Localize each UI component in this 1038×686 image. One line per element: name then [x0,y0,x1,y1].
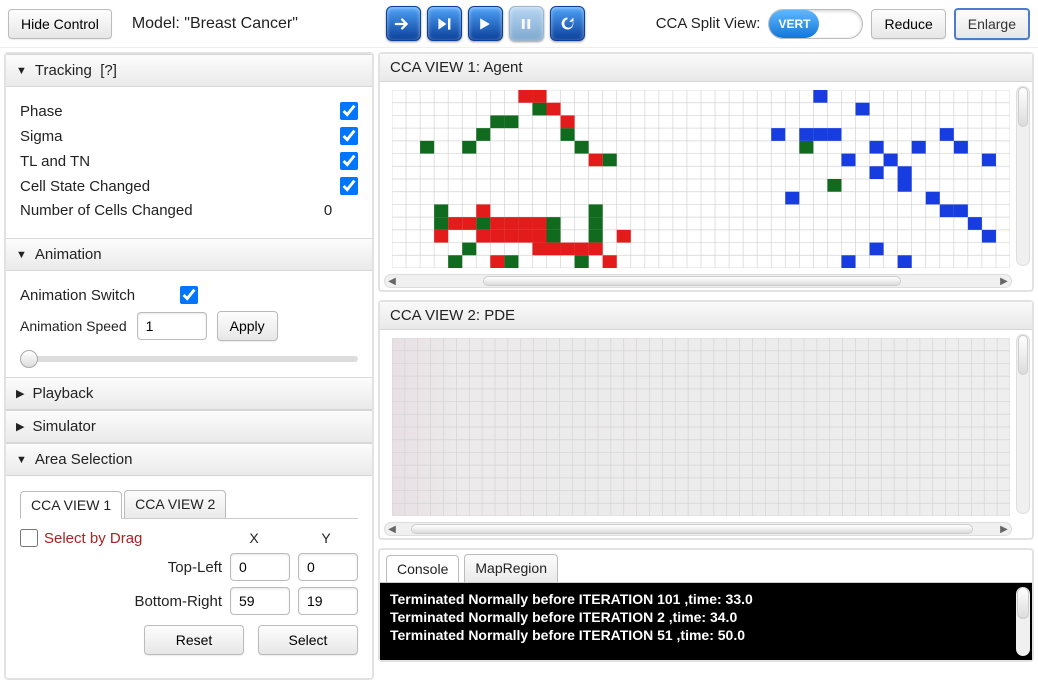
vertical-scrollbar[interactable] [1016,587,1030,656]
tracking-label: Sigma [20,128,340,145]
animation-speed-input[interactable] [137,312,207,340]
split-view-toggle[interactable]: VERT [768,9,863,39]
horizontal-scrollbar[interactable]: ◀▶ [384,522,1012,536]
select-button[interactable]: Select [258,625,358,655]
tab-mapregion[interactable]: MapRegion [464,554,558,582]
col-x-label: X [222,530,286,546]
tl-tn-checkbox[interactable] [340,152,358,170]
playback-section-header[interactable]: ▶ Playback [6,377,372,410]
top-left-label: Top-Left [168,559,222,576]
cca-view-1-pane: CCA VIEW 1: Agent ◀▶ [378,52,1034,292]
vertical-scrollbar[interactable] [1016,86,1030,266]
phase-checkbox[interactable] [340,102,358,120]
chevron-right-icon: ▶ [16,387,24,400]
animation-section-header[interactable]: ▼ Animation [6,238,372,271]
num-cells-value: 0 [298,202,358,219]
hide-control-button[interactable]: Hide Control [8,9,112,39]
apply-button[interactable]: Apply [217,311,278,341]
top-left-x-input[interactable] [230,553,290,581]
pause-icon[interactable] [509,6,544,41]
animation-switch-checkbox[interactable] [180,286,198,304]
top-toolbar: Hide Control Model: "Breast Cancer" CCA … [0,0,1038,48]
step-forward-icon[interactable] [386,6,421,41]
chevron-right-icon: ▶ [16,420,24,433]
bottom-right-label: Bottom-Right [134,593,222,610]
col-y-label: Y [294,530,358,546]
select-by-drag-checkbox[interactable] [20,529,38,547]
chevron-down-icon: ▼ [16,454,27,466]
cca-view-1-title: CCA VIEW 1: Agent [380,54,1032,82]
reset-button[interactable]: Reset [144,625,244,655]
cca-view-2-title: CCA VIEW 2: PDE [380,302,1032,330]
bottom-panel: Console MapRegion Terminated Normally be… [378,548,1034,662]
model-label: Model: "Breast Cancer" [132,15,298,33]
control-sidebar: ▼ Tracking [?] Phase Sigma TL and TN Cel… [4,52,374,680]
tracking-section-header[interactable]: ▼ Tracking [?] [6,54,372,87]
tab-cca-view-2[interactable]: CCA VIEW 2 [124,490,226,518]
horizontal-scrollbar[interactable]: ◀▶ [384,274,1012,288]
top-left-y-input[interactable] [298,553,358,581]
tracking-label: TL and TN [20,153,340,170]
select-by-drag-label: Select by Drag [44,530,142,547]
cca-view-2-pane: CCA VIEW 2: PDE ◀▶ [378,300,1034,540]
area-selection-section-header[interactable]: ▼ Area Selection [6,443,372,476]
split-view-label: CCA Split View: [656,15,761,32]
cell-state-checkbox[interactable] [340,177,358,195]
skip-next-icon[interactable] [427,6,462,41]
animation-speed-label: Animation Speed [20,318,127,334]
tab-cca-view-1[interactable]: CCA VIEW 1 [20,491,122,519]
bottom-right-y-input[interactable] [298,587,358,615]
agent-grid [392,90,1010,268]
chevron-down-icon: ▼ [16,65,27,77]
tracking-label: Phase [20,103,340,120]
vertical-scrollbar[interactable] [1016,334,1030,514]
reduce-button[interactable]: Reduce [871,9,945,39]
bottom-right-x-input[interactable] [230,587,290,615]
chevron-down-icon: ▼ [16,249,27,261]
tab-console[interactable]: Console [386,555,459,583]
sigma-checkbox[interactable] [340,127,358,145]
enlarge-button[interactable]: Enlarge [954,8,1030,40]
console-output: Terminated Normally before ITERATION 101… [380,582,1032,660]
animation-speed-slider[interactable] [20,356,358,362]
simulator-section-header[interactable]: ▶ Simulator [6,410,372,443]
play-icon[interactable] [468,6,503,41]
pde-grid [392,338,1010,516]
reload-icon[interactable] [550,6,585,41]
tracking-label: Cell State Changed [20,178,340,195]
animation-switch-label: Animation Switch [20,287,180,304]
num-cells-label: Number of Cells Changed [20,202,298,219]
